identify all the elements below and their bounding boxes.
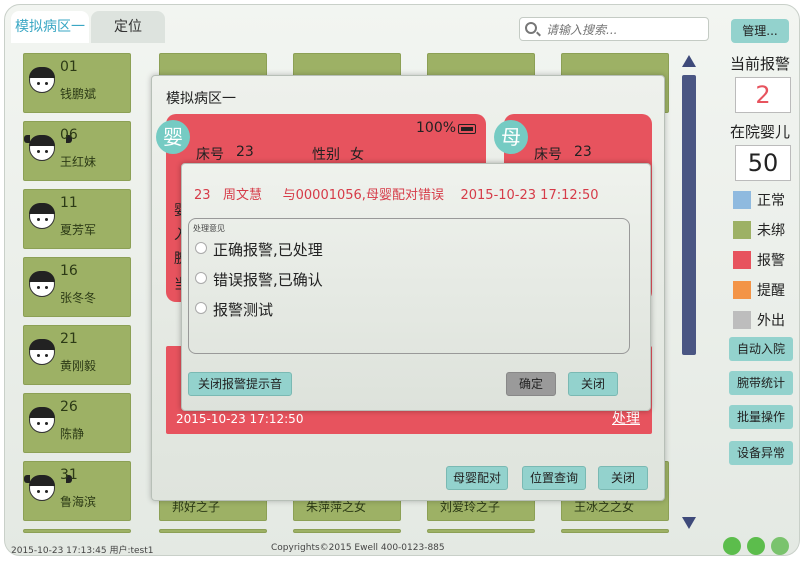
battery-icon [458, 124, 476, 134]
mother-baby-match-button[interactable]: 母婴配对 [446, 466, 508, 490]
radio-button[interactable] [195, 272, 207, 284]
bed-number: 26 [60, 399, 78, 415]
bed-card[interactable]: 16 张冬冬 [23, 257, 131, 317]
scrollbar-thumb[interactable] [682, 75, 696, 355]
dialog-title: 模拟病区一 [166, 91, 236, 107]
manage-button[interactable]: 管理... [731, 19, 789, 43]
bed-card[interactable] [23, 529, 131, 533]
bed-card[interactable]: 21 黄刚毅 [23, 325, 131, 385]
message-icon[interactable] [747, 537, 765, 555]
baby-name: 王红妹 [60, 155, 97, 169]
bed-card[interactable]: 11 夏芳军 [23, 189, 131, 249]
tab-ward-1[interactable]: 模拟病区一 [11, 11, 89, 43]
baby-boy-icon [29, 407, 55, 433]
baby-girl-icon [24, 475, 72, 501]
locate-button[interactable]: 位置查询 [522, 466, 586, 490]
batch-operation-button[interactable]: 批量操作 [729, 405, 793, 429]
bed-value: 23 [574, 144, 592, 160]
bed-number: 16 [60, 263, 78, 279]
app-window: 模拟病区一 定位 01 钱鹏斌 06 王红妹 11 夏芳军 16 张冬冬 2 [4, 4, 800, 556]
bed-number: 01 [60, 59, 78, 75]
user-icon[interactable] [771, 537, 789, 555]
scroll-up-arrow-icon[interactable] [682, 55, 696, 67]
legend-swatch [733, 281, 751, 299]
confirm-button[interactable]: 确定 [506, 372, 556, 396]
group-caption: 处理意见 [193, 224, 225, 233]
record-time: 2015-10-23 17:12:50 [176, 412, 304, 426]
baby-girl-icon [24, 135, 72, 161]
alarm-handle-dialog: 23 周文慧 与00001056,母婴配对错误 2015-10-23 17:12… [181, 163, 651, 411]
bed-label: 床号 [534, 147, 562, 163]
radio-button[interactable] [195, 242, 207, 254]
alarm-header: 23 周文慧 与00001056,母婴配对错误 2015-10-23 17:12… [194, 184, 599, 203]
handle-link[interactable]: 处理 [612, 408, 640, 428]
baby-badge-icon: 婴 [156, 120, 190, 154]
bed-card[interactable]: 06 王红妹 [23, 121, 131, 181]
baby-name: 陈静 [60, 427, 85, 441]
chat-icon[interactable] [723, 537, 741, 555]
in-hospital-count: 50 [735, 145, 791, 181]
radio-button[interactable] [195, 302, 207, 314]
wristband-stats-button[interactable]: 腕带统计 [729, 371, 793, 395]
baby-name: 黄刚毅 [60, 359, 97, 373]
scroll-down-arrow-icon[interactable] [682, 517, 696, 529]
copyright-text: Copyrights©2015 Ewell 400-0123-885 [271, 543, 445, 553]
tab-location[interactable]: 定位 [91, 11, 165, 43]
baby-boy-icon [29, 271, 55, 297]
search-input[interactable] [544, 21, 702, 38]
bed-label: 床号 [196, 147, 224, 163]
gender-label: 性别 [312, 147, 340, 163]
mother-badge-icon: 母 [494, 120, 528, 154]
baby-name: 钱鹏斌 [60, 87, 97, 101]
bed-number: 11 [60, 195, 78, 211]
legend-swatch [733, 311, 751, 329]
legend-swatch [733, 251, 751, 269]
bed-card[interactable] [561, 529, 669, 533]
bed-number: 06 [60, 127, 78, 143]
baby-boy-icon [29, 339, 55, 365]
bed-card[interactable]: 26 陈静 [23, 393, 131, 453]
bed-number: 21 [60, 331, 78, 347]
baby-name: 夏芳军 [60, 223, 97, 237]
baby-boy-icon [29, 203, 55, 229]
alarm-time: 2015-10-23 17:12:50 [460, 188, 599, 203]
bed-card[interactable] [293, 529, 401, 533]
bed-card[interactable]: 31 鲁海滨 [23, 461, 131, 521]
mute-alarm-button[interactable]: 关闭报警提示音 [188, 372, 292, 396]
device-error-button[interactable]: 设备异常 [729, 441, 793, 465]
bed-card[interactable]: 01 钱鹏斌 [23, 53, 131, 113]
close-button[interactable]: 关闭 [598, 466, 648, 490]
alarm-message: 与00001056,母婴配对错误 [282, 188, 444, 203]
search-box [519, 17, 709, 41]
status-bar-info: 2015-10-23 17:13:45 用户:test1 [11, 546, 154, 556]
current-alarm-count: 2 [735, 77, 791, 113]
vertical-scrollbar[interactable] [681, 55, 697, 535]
current-alarm-label: 当前报警 [729, 55, 790, 73]
legend-swatch [733, 191, 751, 209]
bed-card[interactable] [427, 529, 535, 533]
legend-swatch [733, 221, 751, 239]
bed-number: 31 [60, 467, 78, 483]
handling-options-group: 处理意见 正确报警,已处理 错误报警,已确认 报警测试 [188, 218, 630, 354]
baby-name: 张冬冬 [60, 291, 97, 305]
alarm-bed: 23 [194, 188, 211, 203]
close-button[interactable]: 关闭 [568, 372, 618, 396]
bed-card[interactable] [159, 529, 267, 533]
baby-name: 鲁海滨 [60, 495, 97, 509]
baby-boy-icon [29, 67, 55, 93]
auto-admit-button[interactable]: 自动入院 [729, 337, 793, 361]
alarm-name: 周文慧 [222, 188, 262, 203]
bed-value: 23 [236, 144, 254, 160]
in-hospital-label: 在院婴儿 [729, 123, 790, 141]
gender-value: 女 [350, 147, 364, 163]
search-icon[interactable] [525, 22, 537, 34]
battery-level: 100% [416, 120, 457, 136]
